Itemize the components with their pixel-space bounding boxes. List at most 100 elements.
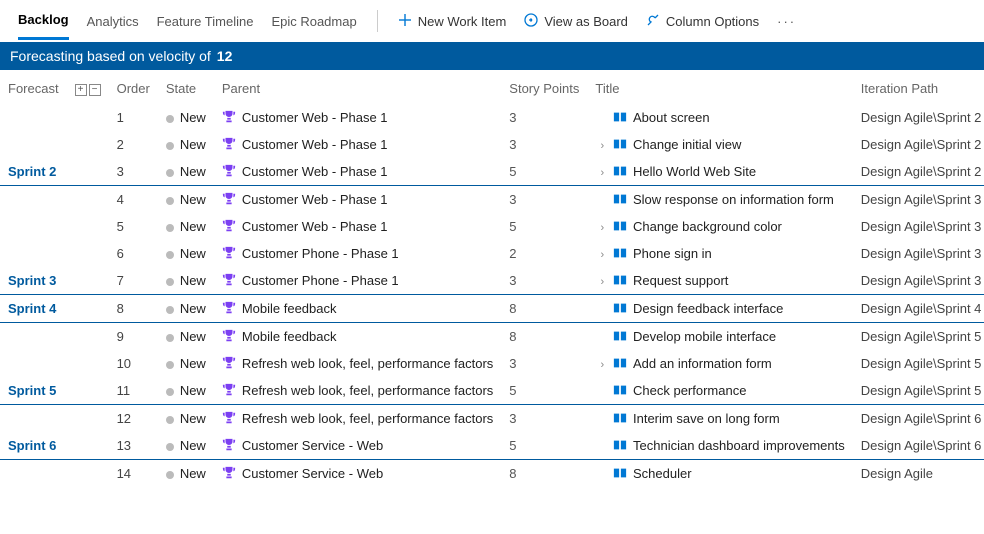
title-cell[interactable]: › Phone sign in [587,240,852,267]
spacer-cell [67,186,109,214]
expand-row-icon[interactable]: › [595,222,609,234]
parent-cell[interactable]: Refresh web look, feel, performance fact… [214,405,501,433]
spacer-cell [67,240,109,267]
title-cell[interactable]: About screen [587,104,852,131]
state-cell: New [158,405,214,433]
feature-icon [222,137,236,151]
col-iteration[interactable]: Iteration Path [853,70,984,104]
expand-row-icon[interactable]: › [595,276,609,288]
table-row[interactable]: 14 New Customer Service - Web 8 Schedule… [0,460,984,488]
table-row[interactable]: Sprint 6 13 New Customer Service - Web 5… [0,432,984,460]
parent-cell[interactable]: Customer Phone - Phase 1 [214,267,501,295]
tab-analytics[interactable]: Analytics [87,14,139,39]
state-dot-icon [166,142,174,150]
parent-cell[interactable]: Customer Web - Phase 1 [214,186,501,214]
state-dot-icon [166,169,174,177]
order-cell: 9 [109,323,158,351]
parent-cell[interactable]: Customer Web - Phase 1 [214,213,501,240]
expand-row-icon[interactable]: › [595,249,609,261]
parent-cell[interactable]: Mobile feedback [214,323,501,351]
forecast-info-text: Forecasting based on velocity of [10,48,211,64]
parent-cell[interactable]: Customer Web - Phase 1 [214,104,501,131]
state-dot-icon [166,115,174,123]
column-options-button[interactable]: Column Options [646,13,759,40]
col-order[interactable]: Order [109,70,158,104]
col-story-points[interactable]: Story Points [501,70,587,104]
view-as-board-button[interactable]: View as Board [524,13,628,40]
tab-epic-roadmap[interactable]: Epic Roadmap [271,14,356,39]
parent-cell[interactable]: Customer Web - Phase 1 [214,158,501,186]
table-row[interactable]: 12 New Refresh web look, feel, performan… [0,405,984,433]
parent-cell[interactable]: Customer Web - Phase 1 [214,131,501,158]
story-points-cell: 8 [501,460,587,488]
iteration-cell: Design Agile\Sprint 2 [853,158,984,186]
table-row[interactable]: Sprint 3 7 New Customer Phone - Phase 1 … [0,267,984,295]
iteration-cell: Design Agile\Sprint 3 [853,267,984,295]
story-icon [613,274,627,286]
spacer-cell [67,104,109,131]
expand-row-icon[interactable]: › [595,167,609,179]
tab-backlog[interactable]: Backlog [18,12,69,40]
state-dot-icon [166,278,174,286]
state-dot-icon [166,388,174,396]
iteration-cell: Design Agile\Sprint 5 [853,377,984,405]
title-cell[interactable]: › Request support [587,267,852,295]
story-icon [613,330,627,342]
title-cell[interactable]: › Change initial view [587,131,852,158]
expand-row-icon[interactable]: › [595,359,609,371]
table-row[interactable]: 2 New Customer Web - Phase 1 3 › Change … [0,131,984,158]
expand-row-icon[interactable]: › [595,140,609,152]
table-row[interactable]: 5 New Customer Web - Phase 1 5 › Change … [0,213,984,240]
parent-cell[interactable]: Mobile feedback [214,295,501,323]
spacer-cell [67,377,109,405]
table-row[interactable]: Sprint 5 11 New Refresh web look, feel, … [0,377,984,405]
parent-cell[interactable]: Customer Phone - Phase 1 [214,240,501,267]
tab-feature-timeline[interactable]: Feature Timeline [157,14,254,39]
plus-icon [398,13,412,30]
collapse-all-icon[interactable]: − [89,84,101,96]
title-cell[interactable]: Develop mobile interface [587,323,852,351]
state-cell: New [158,240,214,267]
parent-cell[interactable]: Refresh web look, feel, performance fact… [214,350,501,377]
col-state[interactable]: State [158,70,214,104]
story-icon [613,467,627,479]
parent-cell[interactable]: Customer Service - Web [214,460,501,488]
order-cell: 8 [109,295,158,323]
table-row[interactable]: 1 New Customer Web - Phase 1 3 About scr… [0,104,984,131]
title-cell[interactable]: Scheduler [587,460,852,488]
table-row[interactable]: 10 New Refresh web look, feel, performan… [0,350,984,377]
expand-all-icon[interactable]: + [75,84,87,96]
table-row[interactable]: 6 New Customer Phone - Phase 1 2 › Phone… [0,240,984,267]
order-cell: 12 [109,405,158,433]
spacer-cell [67,460,109,488]
state-dot-icon [166,443,174,451]
toolbar-separator [377,10,378,32]
state-dot-icon [166,471,174,479]
order-cell: 5 [109,213,158,240]
forecast-cell [0,104,67,131]
title-cell[interactable]: › Add an information form [587,350,852,377]
table-row[interactable]: Sprint 2 3 New Customer Web - Phase 1 5 … [0,158,984,186]
title-cell[interactable]: › Change background color [587,213,852,240]
title-cell[interactable]: Check performance [587,377,852,405]
title-cell[interactable]: Design feedback interface [587,295,852,323]
table-row[interactable]: Sprint 4 8 New Mobile feedback 8 Design … [0,295,984,323]
forecast-cell [0,350,67,377]
col-expand-collapse[interactable]: + − [67,70,109,104]
more-actions-button[interactable]: ··· [777,14,796,39]
table-row[interactable]: 4 New Customer Web - Phase 1 3 Slow resp… [0,186,984,214]
col-parent[interactable]: Parent [214,70,501,104]
title-cell[interactable]: › Hello World Web Site [587,158,852,186]
title-cell[interactable]: Technician dashboard improvements [587,432,852,460]
title-cell[interactable]: Interim save on long form [587,405,852,433]
parent-cell[interactable]: Refresh web look, feel, performance fact… [214,377,501,405]
new-work-item-button[interactable]: New Work Item [398,13,507,40]
board-icon [524,13,538,30]
title-cell[interactable]: Slow response on information form [587,186,852,214]
parent-cell[interactable]: Customer Service - Web [214,432,501,460]
col-title[interactable]: Title [587,70,852,104]
table-row[interactable]: 9 New Mobile feedback 8 Develop mobile i… [0,323,984,351]
state-dot-icon [166,197,174,205]
col-forecast[interactable]: Forecast [0,70,67,104]
state-cell: New [158,377,214,405]
